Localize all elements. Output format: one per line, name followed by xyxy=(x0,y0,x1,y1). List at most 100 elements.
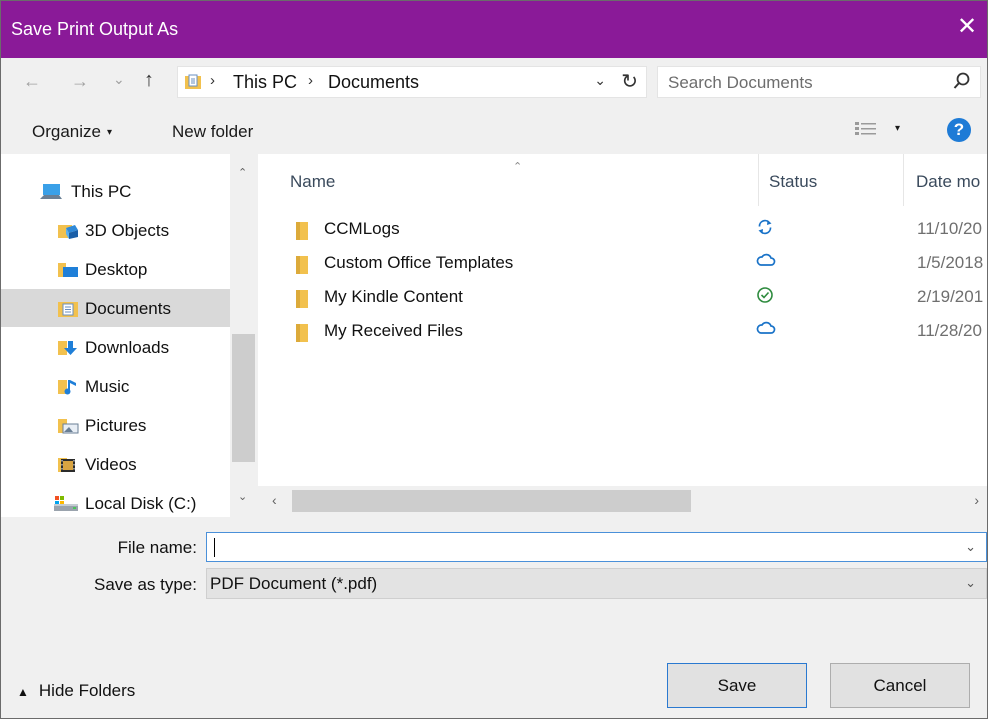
sidebar-item-label: Music xyxy=(85,377,130,396)
sidebar-item-music[interactable]: Music xyxy=(1,367,230,405)
back-button[interactable]: ← xyxy=(23,71,41,92)
sidebar-item-desktop[interactable]: Desktop xyxy=(1,250,230,288)
folder-icon xyxy=(296,222,310,245)
address-dropdown-chevron-icon[interactable]: ⌄ xyxy=(594,72,606,89)
column-header-name[interactable]: Name xyxy=(290,172,335,192)
sidebar-item-3d-objects[interactable]: 3D Objects xyxy=(1,211,230,249)
3d-objects-folder-icon xyxy=(57,222,79,245)
scroll-down-icon[interactable]: ⌄ xyxy=(238,490,247,503)
breadcrumb-this-pc[interactable]: This PC xyxy=(233,72,297,93)
cloud-icon xyxy=(756,320,776,341)
local-disk-icon xyxy=(53,495,79,517)
file-date: 2/19/201 xyxy=(917,287,984,306)
column-header-date-modified[interactable]: Date mo xyxy=(916,172,980,192)
column-header-status[interactable]: Status xyxy=(769,172,817,192)
column-divider[interactable] xyxy=(758,154,759,206)
scroll-right-icon[interactable]: › xyxy=(974,492,979,508)
title-bar: Save Print Output As ✕ xyxy=(1,1,987,58)
sidebar-item-label: Downloads xyxy=(85,338,170,357)
save-as-type-select[interactable]: PDF Document (*.pdf) ⌄ xyxy=(206,568,987,599)
file-list-scrollbar[interactable]: ‹ › xyxy=(258,486,987,517)
file-name: Custom Office Templates xyxy=(324,253,514,272)
music-folder-icon xyxy=(57,378,79,401)
sidebar-item-documents[interactable]: Documents xyxy=(1,289,230,327)
file-name: CCMLogs xyxy=(324,219,400,238)
desktop-folder-icon xyxy=(57,261,79,284)
recent-locations-button[interactable]: ⌄ xyxy=(113,71,125,88)
save-button[interactable]: Save xyxy=(667,663,807,708)
window-title: Save Print Output As xyxy=(11,19,179,39)
breadcrumb-documents[interactable]: Documents xyxy=(328,72,419,93)
table-row[interactable]: My Kindle Content 2/19/201 xyxy=(258,281,987,315)
sidebar-item-label: 3D Objects xyxy=(85,221,170,240)
new-folder-button[interactable]: New folder xyxy=(172,122,253,142)
pictures-folder-icon xyxy=(57,417,79,440)
file-name: My Received Files xyxy=(324,321,463,340)
scroll-thumb[interactable] xyxy=(292,490,691,512)
file-list: ⌃ Name Status Date mo CCMLogs 11/10/20 C… xyxy=(258,154,987,486)
address-row: ← → ⌄ ↑ › This PC › Documents ⌄ ↻ Search… xyxy=(1,58,987,106)
view-options-icon[interactable] xyxy=(854,120,878,143)
cloud-icon xyxy=(756,252,776,273)
organize-button[interactable]: Organize ▾ xyxy=(32,122,112,142)
folder-icon xyxy=(296,324,310,347)
help-button[interactable]: ? xyxy=(947,118,971,142)
sidebar-item-label: Pictures xyxy=(85,416,147,435)
sort-ascending-icon: ⌃ xyxy=(513,161,523,173)
organize-label: Organize xyxy=(32,122,101,141)
scroll-left-icon[interactable]: ‹ xyxy=(272,492,277,508)
file-date: 1/5/2018 xyxy=(917,253,984,272)
table-row[interactable]: CCMLogs 11/10/20 xyxy=(258,213,987,247)
sidebar-item-label: Videos xyxy=(85,455,137,474)
close-button[interactable]: ✕ xyxy=(953,13,981,41)
view-caret-down-icon[interactable]: ▾ xyxy=(895,123,900,134)
cancel-button[interactable]: Cancel xyxy=(830,663,970,708)
search-input[interactable]: Search Documents xyxy=(668,73,813,93)
file-date: 11/10/20 xyxy=(917,219,982,238)
sidebar-item-label: This PC xyxy=(71,182,132,201)
chevron-down-icon[interactable]: ⌄ xyxy=(965,575,976,591)
hide-folders-button[interactable]: ▲ Hide Folders xyxy=(17,681,135,701)
sidebar-item-this-pc[interactable]: This PC xyxy=(1,172,230,210)
caret-down-icon: ▾ xyxy=(106,127,113,139)
scroll-thumb[interactable] xyxy=(232,334,255,462)
documents-folder-icon xyxy=(57,300,79,323)
sidebar-item-label: Documents xyxy=(85,299,171,318)
videos-folder-icon xyxy=(57,456,79,479)
up-button[interactable]: ↑ xyxy=(144,69,154,92)
search-box[interactable]: Search Documents xyxy=(657,66,981,98)
downloads-folder-icon xyxy=(57,339,79,362)
scroll-up-icon[interactable]: ⌃ xyxy=(238,166,247,179)
sidebar-item-local-disk[interactable]: Local Disk (C:) xyxy=(1,484,230,517)
refresh-icon[interactable]: ↻ xyxy=(621,69,638,94)
sidebar-item-downloads[interactable]: Downloads xyxy=(1,328,230,366)
chevron-up-icon: ▲ xyxy=(17,685,29,699)
hide-folders-label: Hide Folders xyxy=(38,681,136,700)
folder-icon xyxy=(296,256,310,279)
chevron-down-icon[interactable]: ⌄ xyxy=(965,539,976,555)
sidebar-item-label: Local Disk (C:) xyxy=(85,494,197,513)
file-name: My Kindle Content xyxy=(324,287,463,306)
navigation-pane: This PC 3D Objects Desktop Documents Dow… xyxy=(1,154,230,517)
sync-pending-icon xyxy=(756,218,774,241)
command-bar: Organize ▾ New folder ▾ ? xyxy=(1,106,987,154)
save-as-type-value: PDF Document (*.pdf) xyxy=(210,574,378,593)
save-dialog: Save Print Output As ✕ ← → ⌄ ↑ › This PC… xyxy=(0,0,988,719)
search-icon[interactable] xyxy=(952,71,972,96)
column-divider[interactable] xyxy=(903,154,904,206)
forward-button[interactable]: → xyxy=(71,71,89,92)
address-bar[interactable]: › This PC › Documents ⌄ ↻ xyxy=(177,66,647,98)
file-name-field[interactable]: ⌄ xyxy=(206,532,987,562)
sidebar-item-pictures[interactable]: Pictures xyxy=(1,406,230,444)
file-date: 11/28/20 xyxy=(917,321,982,340)
file-name-label: File name: xyxy=(117,538,197,557)
table-row[interactable]: My Received Files 11/28/20 xyxy=(258,315,987,349)
text-cursor xyxy=(214,538,215,557)
sidebar-item-videos[interactable]: Videos xyxy=(1,445,230,483)
table-row[interactable]: Custom Office Templates 1/5/2018 xyxy=(258,247,987,281)
navigation-scrollbar[interactable]: ⌃ ⌄ xyxy=(230,154,257,517)
breadcrumb-separator[interactable]: › xyxy=(308,72,313,89)
breadcrumb-separator[interactable]: › xyxy=(210,72,215,89)
sidebar-item-label: Desktop xyxy=(85,260,148,279)
computer-icon xyxy=(39,183,63,206)
